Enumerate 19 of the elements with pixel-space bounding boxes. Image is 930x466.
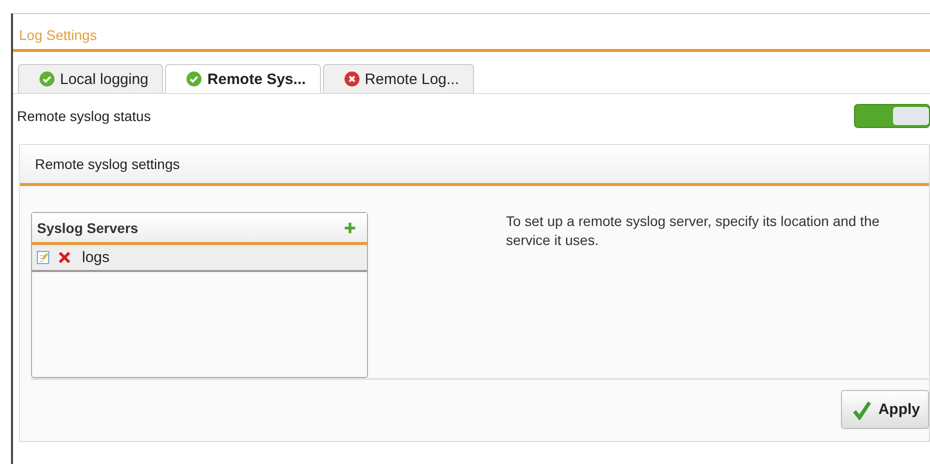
panel-title: Remote syslog settings bbox=[20, 145, 929, 186]
toggle-switch[interactable] bbox=[854, 104, 930, 128]
section-title: Log Settings bbox=[13, 14, 930, 52]
edit-icon[interactable] bbox=[36, 250, 51, 265]
add-icon[interactable] bbox=[343, 221, 357, 235]
server-name: logs bbox=[82, 249, 110, 266]
tab[interactable]: Remote Log... bbox=[322, 64, 474, 93]
list-row[interactable]: logs bbox=[32, 245, 367, 272]
error-circle-icon bbox=[344, 71, 360, 87]
tab[interactable]: Local logging bbox=[18, 64, 164, 93]
check-icon bbox=[852, 400, 872, 420]
check-circle-icon bbox=[39, 71, 55, 87]
list-title: Syslog Servers bbox=[37, 220, 138, 236]
apply-button[interactable]: Apply bbox=[841, 390, 929, 429]
tab[interactable]: Remote Sys... bbox=[165, 64, 321, 93]
status-label: Remote syslog status bbox=[17, 108, 151, 124]
check-circle-icon bbox=[186, 71, 202, 87]
help-text: To set up a remote syslog server, specify its location and the service it uses. bbox=[506, 212, 881, 250]
delete-icon[interactable] bbox=[57, 250, 72, 265]
